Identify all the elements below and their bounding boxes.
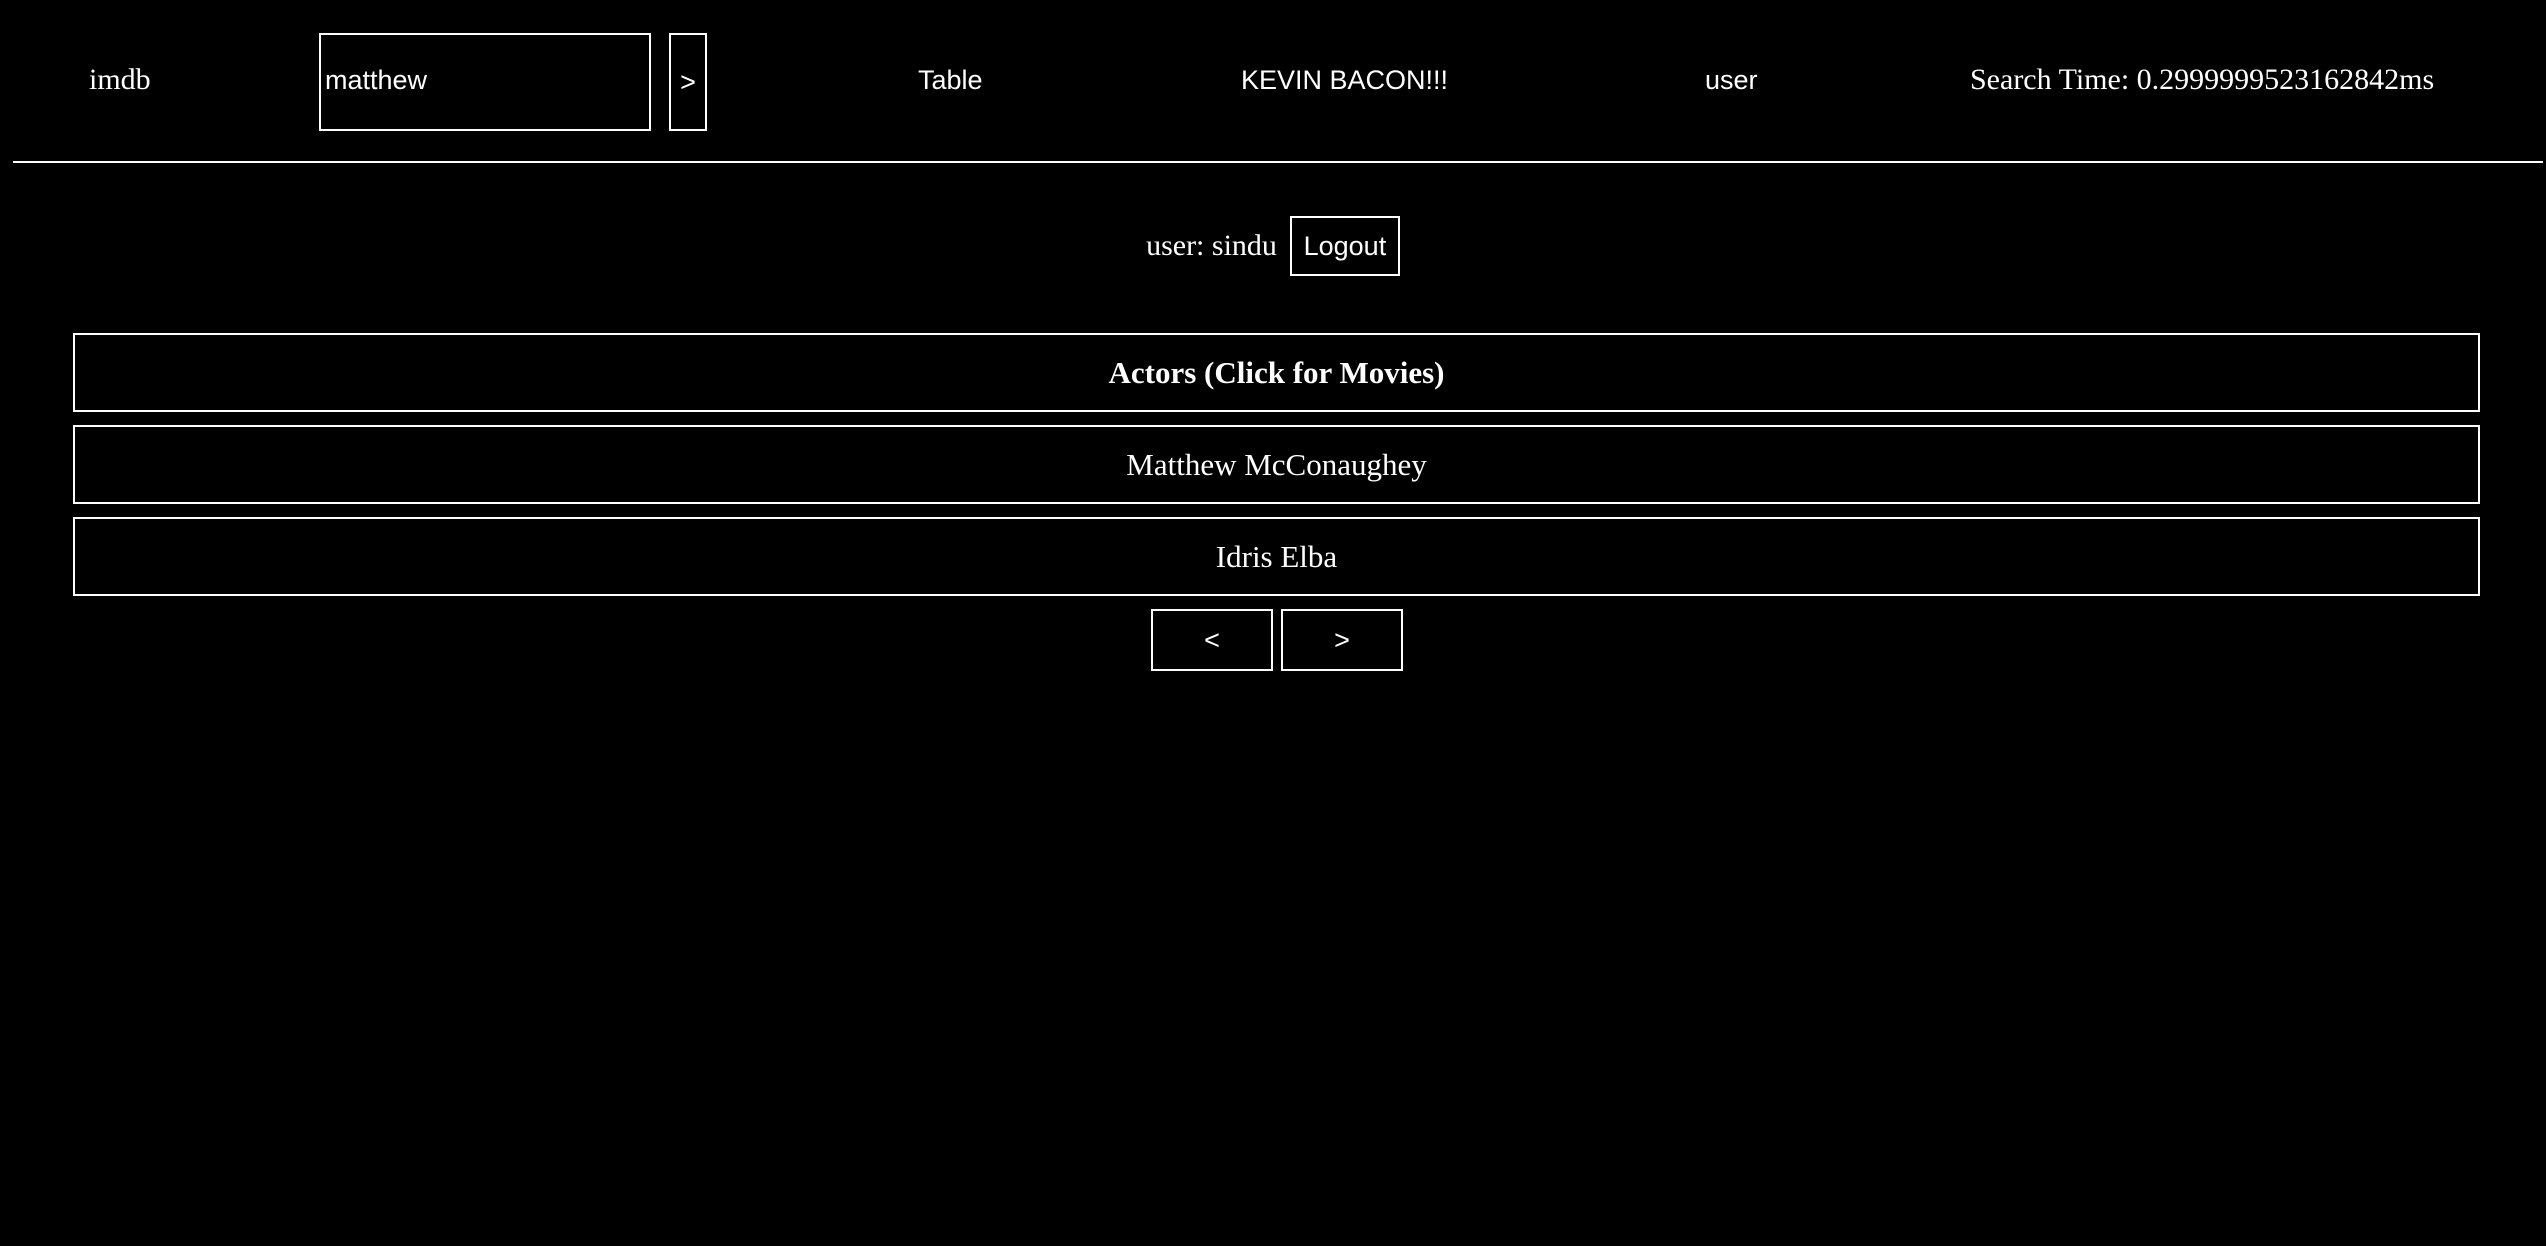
brand-link[interactable]: imdb [89, 63, 151, 97]
current-user-label: user: sindu [1146, 229, 1277, 262]
next-page-button[interactable]: > [1281, 609, 1403, 671]
actor-row[interactable]: Matthew McConaughey [73, 425, 2480, 504]
search-box[interactable] [319, 33, 651, 131]
search-submit-button[interactable]: > [669, 33, 707, 131]
top-navbar: imdb > Table KEVIN BACON!!! user Search … [0, 0, 2546, 162]
nav-kevin-bacon-link[interactable]: KEVIN BACON!!! [1241, 65, 1448, 96]
search-input[interactable] [325, 65, 645, 96]
results-table-header: Actors (Click for Movies) [73, 333, 2480, 412]
actor-row[interactable]: Idris Elba [73, 517, 2480, 596]
search-time-readout: Search Time: 0.2999999523162842ms [1970, 63, 2435, 96]
nav-user-link[interactable]: user [1705, 65, 1758, 96]
logout-button[interactable]: Logout [1289, 216, 1400, 276]
header-divider [13, 161, 2543, 163]
previous-page-button[interactable]: < [1151, 609, 1273, 671]
nav-table-link[interactable]: Table [918, 65, 983, 96]
session-bar: user: sindu Logout [0, 216, 2546, 276]
